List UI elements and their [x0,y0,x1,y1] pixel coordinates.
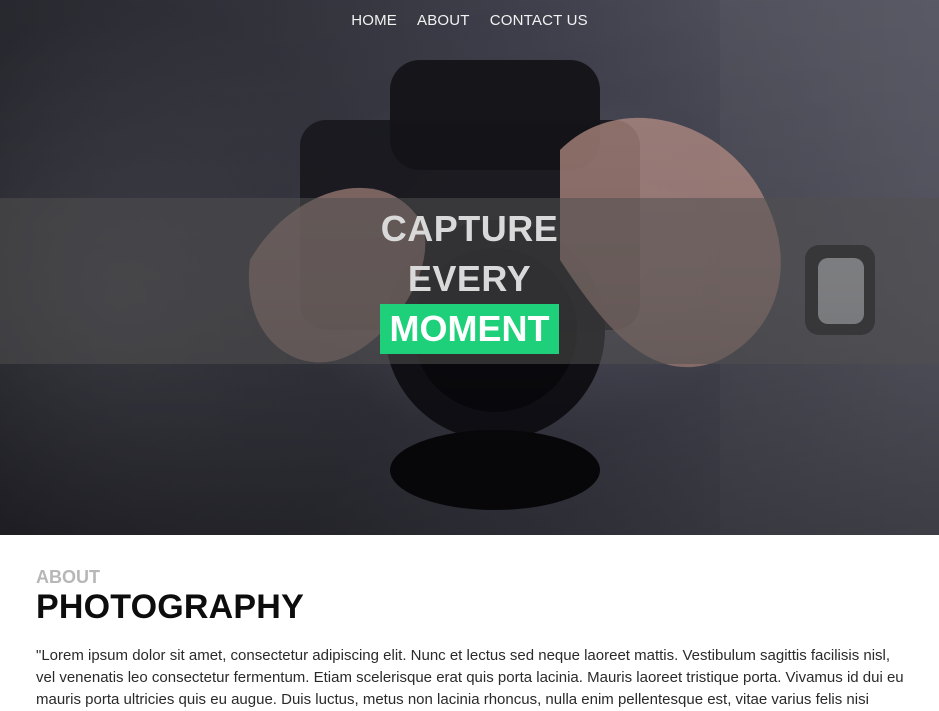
about-section: ABOUT PHOTOGRAPHY "Lorem ipsum dolor sit… [0,535,939,711]
hero-headline-line-2: EVERY [407,258,532,299]
nav-item-contact-us[interactable]: CONTACT US [490,12,588,29]
top-nav: HOME ABOUT CONTACT US [0,12,939,29]
section-title: PHOTOGRAPHY [36,588,304,626]
hero-headline: CAPTURE EVERY MOMENT [0,204,939,354]
hero-headline-line-1: CAPTURE [380,208,559,249]
hero-headline-accent: MOMENT [379,304,560,354]
section-subtitle: ABOUT [36,567,100,587]
nav-item-home[interactable]: HOME [351,12,397,29]
nav-item-about[interactable]: ABOUT [417,12,470,29]
section-paragraph: "Lorem ipsum dolor sit amet, consectetur… [36,647,904,708]
hero-section: HOME ABOUT CONTACT US CAPTURE EVERY MOME… [0,0,939,535]
